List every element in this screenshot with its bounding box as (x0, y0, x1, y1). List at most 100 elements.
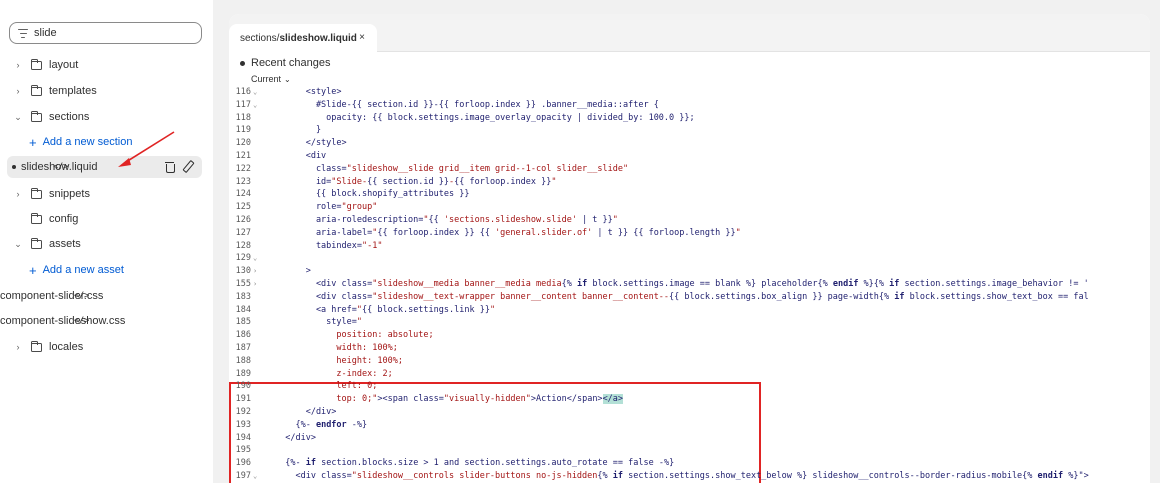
pencil-icon[interactable] (182, 161, 192, 172)
line-number: 129 (235, 253, 251, 264)
add-new-section-button[interactable]: + Add a new section (0, 131, 213, 153)
line-number: 128 (235, 240, 251, 251)
code-line[interactable]: 190 left: 0; (229, 380, 1150, 393)
fold-chevron-down-icon[interactable]: ⌄ (253, 252, 257, 265)
file-component-slideshow-css[interactable]: </> component-slideshow.css (0, 310, 213, 332)
code-line[interactable]: 197 ⌄ <div class="slideshow__controls sli… (229, 470, 1150, 483)
code-line[interactable]: 187 width: 100%; (229, 342, 1150, 355)
code-line[interactable]: 117 ⌄ #Slide-{{ section.id }}-{{ forloop.… (229, 99, 1150, 112)
code-text: position: absolute; (336, 330, 434, 341)
code-line[interactable]: 124 {{ block.shopify_attributes }} (229, 188, 1150, 201)
code-file-icon: </> (74, 316, 89, 326)
tab-slideshow-liquid[interactable]: sections/slideshow.liquid × (229, 24, 377, 52)
line-number: 125 (235, 202, 251, 213)
folder-layout[interactable]: › layout (0, 54, 213, 76)
code-line[interactable]: 121 <div (229, 150, 1150, 163)
code-line[interactable]: 196 {%- if section.blocks.size > 1 and s… (229, 457, 1150, 470)
folder-locales[interactable]: › locales (0, 336, 213, 358)
code-text: #Slide-{{ section.id }}-{{ forloop.index… (275, 99, 659, 110)
code-text: {%- if section.blocks.size > 1 and secti… (275, 458, 675, 469)
code-line[interactable]: 194 </div> (229, 432, 1150, 445)
code-line[interactable]: 128 tabindex="-1" (229, 240, 1150, 253)
chevron-right-icon[interactable]: › (13, 342, 23, 352)
folder-icon (30, 340, 42, 352)
code-line[interactable]: 119 } (229, 124, 1150, 137)
code-line[interactable]: 193 {%- endfor -%} (229, 419, 1150, 432)
fold-chevron-down-icon[interactable]: ⌄ (253, 470, 257, 483)
line-number: 116 (235, 87, 251, 97)
code-line[interactable]: 118 opacity: {{ block.settings.image_ove… (229, 112, 1150, 125)
code-line[interactable]: 189 z-index: 2; (229, 368, 1150, 381)
code-line[interactable]: 183 <div class="slideshow__text-wrapper … (229, 291, 1150, 304)
chevron-down-icon[interactable]: ⌄ (13, 112, 23, 123)
trash-icon[interactable] (165, 161, 175, 173)
file-actions (165, 161, 192, 173)
line-number: 193 (235, 419, 251, 430)
line-number: 123 (235, 176, 251, 187)
fold-chevron-right-icon[interactable]: › (253, 278, 257, 291)
line-number: 120 (235, 138, 251, 149)
code-line[interactable]: 120 </style> (229, 137, 1150, 150)
chevron-down-icon: ⌄ (284, 75, 291, 84)
code-text: </div> (275, 432, 316, 443)
tab-path: sections/ (240, 32, 280, 44)
code-line[interactable]: 126 aria-roledescription="{{ 'sections.s… (229, 214, 1150, 227)
folder-assets[interactable]: ⌄ assets (0, 233, 213, 255)
chevron-right-icon[interactable]: › (13, 60, 23, 70)
file-component-slider-css[interactable]: </> component-slider.css (0, 285, 213, 307)
code-line[interactable]: 122 class="slideshow__slide grid__item g… (229, 163, 1150, 176)
code-line[interactable]: 130 › > (229, 265, 1150, 278)
code-line[interactable]: 191 top: 0;"><span class="visually-hidde… (229, 393, 1150, 406)
folder-snippets[interactable]: › snippets (0, 183, 213, 205)
line-number: 188 (235, 355, 251, 366)
code-line[interactable]: 192 </div> (229, 406, 1150, 419)
code-line[interactable]: 195 (229, 444, 1150, 457)
tree-item-label: config (49, 213, 79, 225)
recent-changes-header[interactable]: Recent changes (240, 57, 331, 69)
file-search-input[interactable] (34, 27, 184, 39)
code-text: tabindex="-1" (275, 240, 383, 251)
code-text: } (275, 125, 322, 136)
code-line[interactable]: 155 › <div class="slideshow__media banner… (229, 278, 1150, 291)
code-text: </style> (275, 138, 347, 149)
close-icon[interactable]: × (359, 32, 365, 43)
chevron-down-icon[interactable]: ⌄ (13, 239, 23, 250)
unsaved-dot-icon (240, 60, 245, 66)
line-number: 192 (235, 407, 251, 417)
folder-templates[interactable]: › templates (0, 80, 213, 102)
code-line[interactable]: 125 role="group" (229, 201, 1150, 214)
code-text: opacity: {{ block.settings.image_overlay… (275, 112, 695, 123)
tab-filename: slideshow.liquid (279, 32, 357, 44)
code-line[interactable]: 185 style=" (229, 316, 1150, 329)
recent-changes-label: Recent changes (251, 57, 331, 69)
chevron-right-icon[interactable]: › (13, 189, 23, 199)
folder-icon (30, 187, 42, 199)
code-text: <div class="slideshow__media banner__med… (275, 279, 1089, 289)
version-dropdown[interactable]: Current ⌄ (251, 74, 291, 84)
chevron-right-icon[interactable]: › (13, 86, 23, 96)
add-new-asset-button[interactable]: + Add a new asset (0, 259, 213, 281)
folder-icon (30, 110, 42, 122)
folder-sections[interactable]: ⌄ sections (0, 106, 213, 128)
line-number: 118 (235, 112, 251, 123)
code-line[interactable]: 116 ⌄ <style> (229, 86, 1150, 99)
line-number: 186 (235, 330, 251, 341)
code-line[interactable]: 184 <a href="{{ block.settings.link }}" (229, 304, 1150, 317)
fold-chevron-down-icon[interactable]: ⌄ (253, 86, 257, 99)
tree-item-label: layout (49, 59, 79, 71)
code-line[interactable]: 188 height: 100%; (229, 355, 1150, 368)
file-search-input-wrapper[interactable] (9, 22, 202, 44)
code-line[interactable]: 129 ⌄ (229, 252, 1150, 265)
code-file-icon: </> (74, 291, 89, 301)
fold-chevron-down-icon[interactable]: ⌄ (253, 99, 257, 112)
code-line[interactable]: 186 position: absolute; (229, 329, 1150, 342)
code-text: <a href="{{ block.settings.link }}" (275, 304, 496, 315)
code-area[interactable]: 116 ⌄ <style> 117 ⌄ #Slide-{{ section.id }}… (229, 86, 1150, 483)
code-text: <style> (275, 87, 342, 97)
code-line[interactable]: 123 id="Slide-{{ section.id }}-{{ forloo… (229, 176, 1150, 189)
code-line[interactable]: 127 aria-label="{{ forloop.index }} {{ '… (229, 227, 1150, 240)
file-slideshow-liquid[interactable]: </> slideshow.liquid (7, 156, 202, 178)
fold-chevron-right-icon[interactable]: › (253, 265, 257, 278)
folder-icon (30, 84, 42, 96)
folder-config[interactable]: config (0, 208, 213, 230)
